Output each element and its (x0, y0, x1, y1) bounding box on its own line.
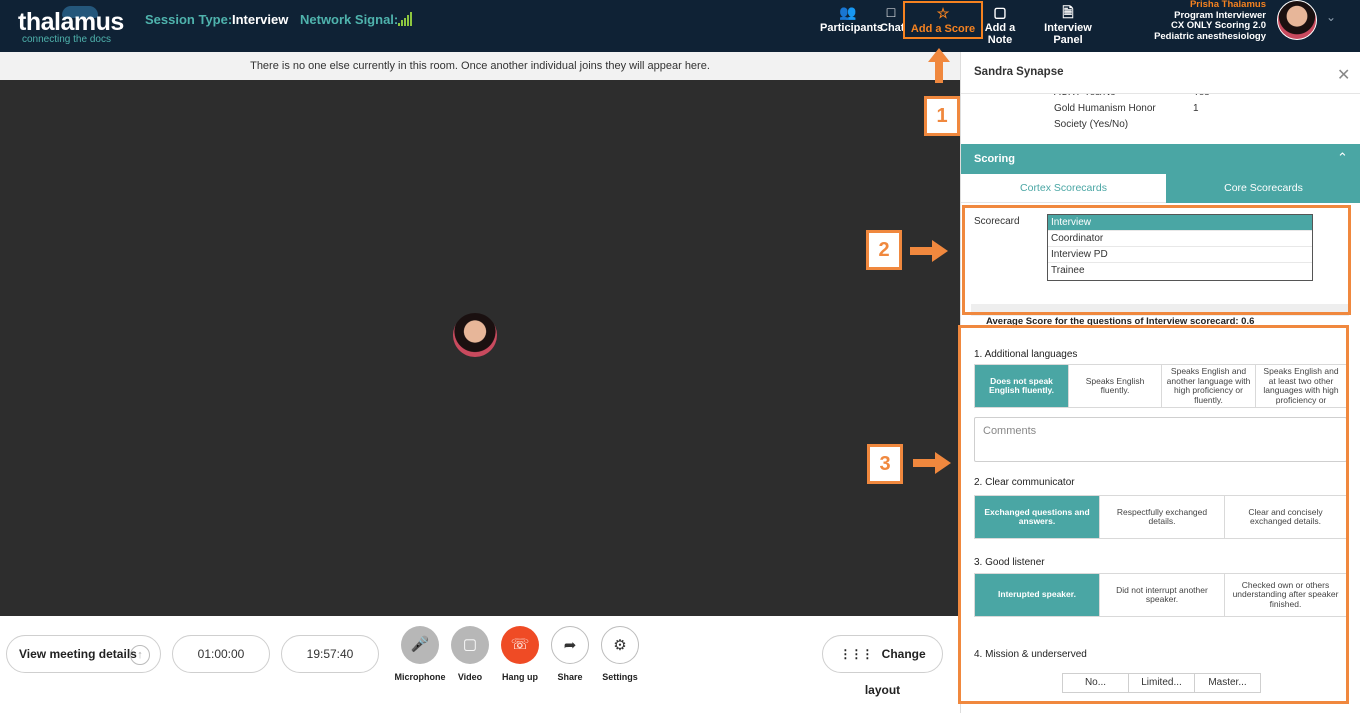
panel-header: Sandra Synapse ✕ (961, 52, 1360, 94)
scoring-title: Scoring (974, 153, 1015, 165)
top-navbar: thalamus connecting the docs Session Typ… (0, 0, 1360, 52)
annotation-arrow-right (910, 240, 950, 262)
chat-icon: □ (886, 4, 896, 20)
settings-button[interactable]: ⚙ Settings (590, 626, 650, 682)
annotation-number: 2 (866, 230, 902, 270)
video-off-icon: ▢ (451, 626, 489, 664)
chevron-down-icon[interactable]: ⌄ (1326, 10, 1336, 24)
star-icon: ☆ (936, 5, 950, 21)
change-layout-button[interactable]: ⋮⋮⋮ Change layout (822, 635, 943, 697)
annotation-number: 3 (867, 444, 903, 484)
info-value: 1 (1193, 103, 1199, 114)
info-label-line2: Society (Yes/No) (1054, 119, 1129, 130)
bottom-controls: View meeting details ↑ 01:00:00 19:57:40… (0, 616, 960, 713)
chevron-up-icon: ⌃ (1337, 150, 1348, 165)
scoring-section-header[interactable]: Scoring ⌃ (961, 144, 1360, 174)
signal-strength-icon (398, 12, 414, 26)
user-avatar[interactable] (1277, 0, 1317, 40)
thalamus-logo[interactable]: thalamus connecting the docs (18, 6, 128, 46)
network-signal-label: Network Signal: (300, 12, 399, 27)
user-info[interactable]: Prisha Thalamus Program Interviewer CX O… (1154, 0, 1266, 42)
close-icon[interactable]: ✕ (1337, 65, 1350, 85)
view-meeting-details-label: View meeting details (19, 647, 137, 661)
timer-clock: 19:57:40 (281, 635, 379, 673)
video-area (0, 80, 960, 616)
add-note-button[interactable]: ▢ Add a Note (972, 2, 1028, 46)
annotation-arrow-up (928, 48, 950, 84)
note-icon: ▢ (993, 4, 1007, 20)
interview-panel-button[interactable]: 🗎 Interview Panel (1031, 2, 1105, 46)
timer-elapsed: 01:00:00 (172, 635, 270, 673)
change-layout-label: Change layout (864, 647, 926, 697)
document-icon: 🗎 (1062, 4, 1074, 20)
logo-wordmark: thalamus (18, 8, 124, 36)
view-meeting-details-button[interactable]: View meeting details ↑ (6, 635, 161, 673)
gear-icon: ⚙ (601, 626, 639, 664)
tab-core-scorecards[interactable]: Core Scorecards (1166, 174, 1360, 203)
arrow-up-icon: ↑ (130, 645, 150, 665)
add-note-label: Add a Note (984, 22, 1016, 46)
info-label: Gold Humanism Honor (1054, 103, 1156, 114)
phone-hangup-icon: ☏ (501, 626, 539, 664)
add-score-button[interactable]: ☆ Add a Score (903, 1, 983, 39)
user-name: Prisha Thalamus (1189, 0, 1266, 10)
participants-label: Participants (820, 22, 883, 34)
interview-panel-label: Interview Panel (1044, 22, 1092, 46)
candidate-name: Sandra Synapse (974, 66, 1064, 78)
share-icon: ➦ (551, 626, 589, 664)
participants-button[interactable]: 👥 Participants (820, 2, 883, 40)
settings-label: Settings (602, 672, 638, 682)
room-notice: There is no one else currently in this r… (0, 52, 960, 80)
user-specialty: Pediatric anesthesiology (1154, 30, 1266, 42)
chat-label: Chat (880, 22, 905, 34)
tab-cortex-scorecards[interactable]: Cortex Scorecards (961, 174, 1166, 203)
participant-avatar (453, 313, 497, 357)
session-type-value: Interview (232, 12, 289, 27)
annotation-arrow-right (913, 452, 953, 474)
participants-icon: 👥 (839, 4, 857, 20)
session-type-label: Session Type: (145, 12, 233, 27)
add-score-label: Add a Score (910, 23, 976, 35)
annotation-box (958, 325, 1349, 704)
grid-icon: ⋮⋮⋮ (839, 647, 873, 661)
chat-button[interactable]: □ Chat (880, 2, 905, 40)
microphone-off-icon: 🎤 (401, 626, 439, 664)
annotation-box (962, 205, 1351, 315)
logo-tagline: connecting the docs (22, 34, 111, 45)
user-program: CX ONLY Scoring 2.0 (1170, 20, 1266, 31)
annotation-number: 1 (924, 96, 960, 136)
